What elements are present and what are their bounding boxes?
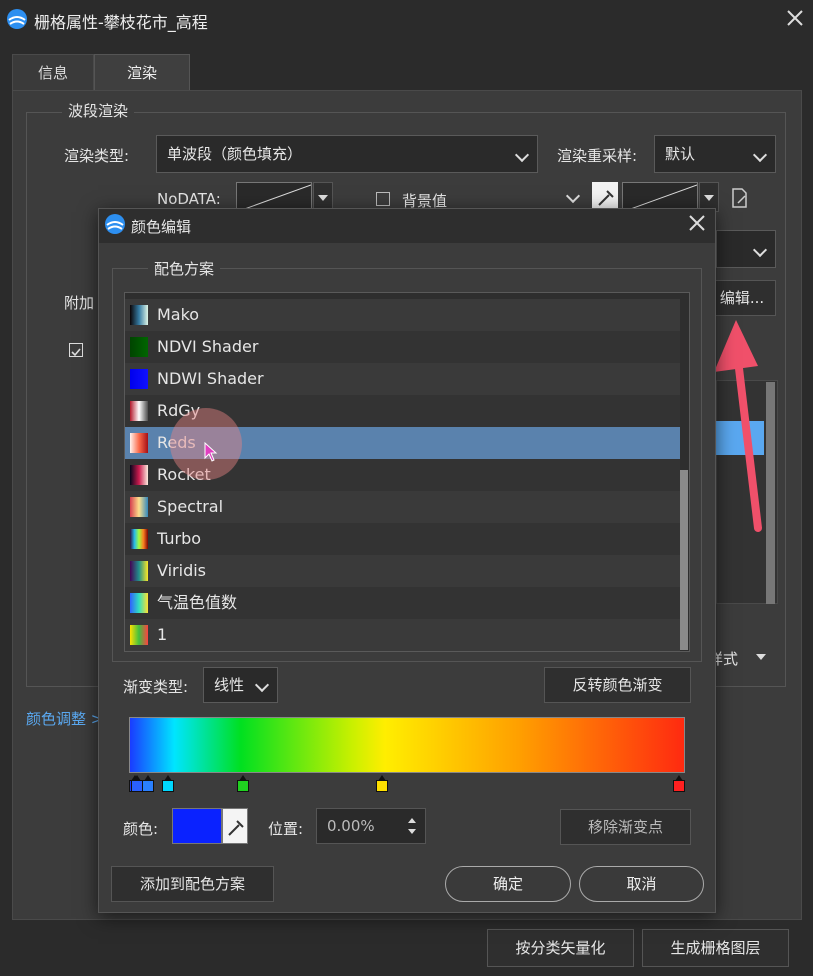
gradient-stops-track[interactable] [129,775,685,794]
remove-stop-button[interactable]: 移除渐变点 [560,809,691,845]
gradient-type-label: 渐变类型: [123,678,189,696]
gradient-type-select[interactable]: 线性 [203,667,278,703]
mouse-cursor-icon [204,442,218,462]
app-logo-icon [105,214,125,234]
gradient-stop-handle[interactable] [142,775,155,792]
eyedropper-icon [228,820,244,836]
spin-arrows-icon[interactable] [407,815,417,837]
scheme-list-item[interactable]: 气温色值数 [125,587,680,619]
chevron-down-icon [752,147,768,163]
scheme-name: Turbo [157,529,202,548]
chevron-down-icon [254,677,270,693]
tab-info[interactable]: 信息 [12,54,94,90]
chevron-down-icon [514,147,530,163]
render-type-label: 渲染类型: [64,147,130,165]
main-select-partial[interactable] [716,230,776,268]
scheme-name: Mako [157,305,200,324]
attach-label: 附加 [64,294,95,312]
chevron-down-icon [752,242,768,258]
band-render-group-title: 波段渲染 [62,100,135,121]
check-icon [71,348,81,357]
scheme-swatch [130,401,148,421]
render-type-select[interactable]: 单波段（颜色填充） [156,135,538,173]
dialog-titlebar [99,209,715,243]
background-checkbox[interactable] [376,192,390,206]
attach-checkbox[interactable] [69,343,83,357]
resample-value: 默认 [665,145,696,163]
gradient-stop-handle[interactable] [236,775,249,792]
position-value: 0.00% [327,817,375,835]
scheme-swatch [130,305,148,325]
scheme-swatch [130,593,148,613]
scheme-list-scrollbar[interactable] [680,470,688,650]
render-type-value: 单波段（颜色填充） [167,145,303,163]
add-to-scheme-button[interactable]: 添加到配色方案 [111,866,274,902]
generate-raster-button[interactable]: 生成栅格图层 [642,929,789,967]
resample-label: 渲染重采样: [557,147,638,165]
cancel-button[interactable]: 取消 [579,866,704,902]
tab-render[interactable]: 渲染 [94,54,190,90]
scheme-name: Spectral [157,497,224,516]
dialog-title: 颜色编辑 [131,218,192,236]
scheme-list-item[interactable]: Spectral [125,491,680,523]
scheme-name: 1 [157,625,168,644]
color-label: 颜色: [123,820,159,838]
scheme-swatch [130,465,148,485]
gradient-stop-handle[interactable] [375,775,388,792]
ok-button[interactable]: 确定 [445,866,571,902]
caret-down-icon [318,195,328,201]
scheme-list-item[interactable]: 1 [125,619,680,651]
edit-file-icon[interactable] [730,187,750,209]
scheme-name: NDVI Shader [157,337,259,356]
scheme-swatch [130,625,148,645]
window-close-icon[interactable] [783,6,807,30]
color-eyedropper-button[interactable] [222,808,248,844]
vectorize-button[interactable]: 按分类矢量化 [487,929,634,967]
gradient-stop-handle[interactable] [161,775,174,792]
scheme-list-item[interactable]: Turbo [125,523,680,555]
chevron-down-icon [565,188,581,204]
caret-down-icon [704,195,714,201]
scheme-swatch [130,561,148,581]
scheme-swatch [130,369,148,389]
scheme-list-item[interactable]: Viridis [125,555,680,587]
selected-color-box[interactable] [172,808,222,844]
scheme-name: NDWI Shader [157,369,264,388]
scheme-swatch [130,433,148,453]
scheme-swatch [130,337,148,357]
resample-select[interactable]: 默认 [654,135,776,173]
nodata-label: NoDATA: [157,190,221,208]
scheme-swatch [130,497,148,517]
scheme-list-item[interactable]: NDWI Shader [125,363,680,395]
gradient-preview-bar[interactable] [129,717,685,773]
app-logo-icon [7,9,27,29]
color-adjust-link[interactable]: 颜色调整 > [26,708,103,729]
scheme-name: Viridis [157,561,206,580]
scheme-swatch [130,529,148,549]
position-label: 位置: [268,820,304,838]
window-title: 栅格属性-攀枝花市_高程 [34,13,208,32]
scheme-name: 气温色值数 [157,593,238,612]
caret-down-icon[interactable] [754,650,768,664]
scheme-group-title: 配色方案 [148,258,221,279]
scheme-list-item[interactable]: Mako [125,299,680,331]
dialog-close-icon[interactable] [686,212,708,234]
reverse-gradient-button[interactable]: 反转颜色渐变 [544,667,691,703]
gradient-type-value: 线性 [214,676,245,694]
position-spinbox[interactable]: 0.00% [316,808,426,844]
scheme-list-item[interactable]: NDVI Shader [125,331,680,363]
gradient-stop-handle[interactable] [673,775,685,792]
